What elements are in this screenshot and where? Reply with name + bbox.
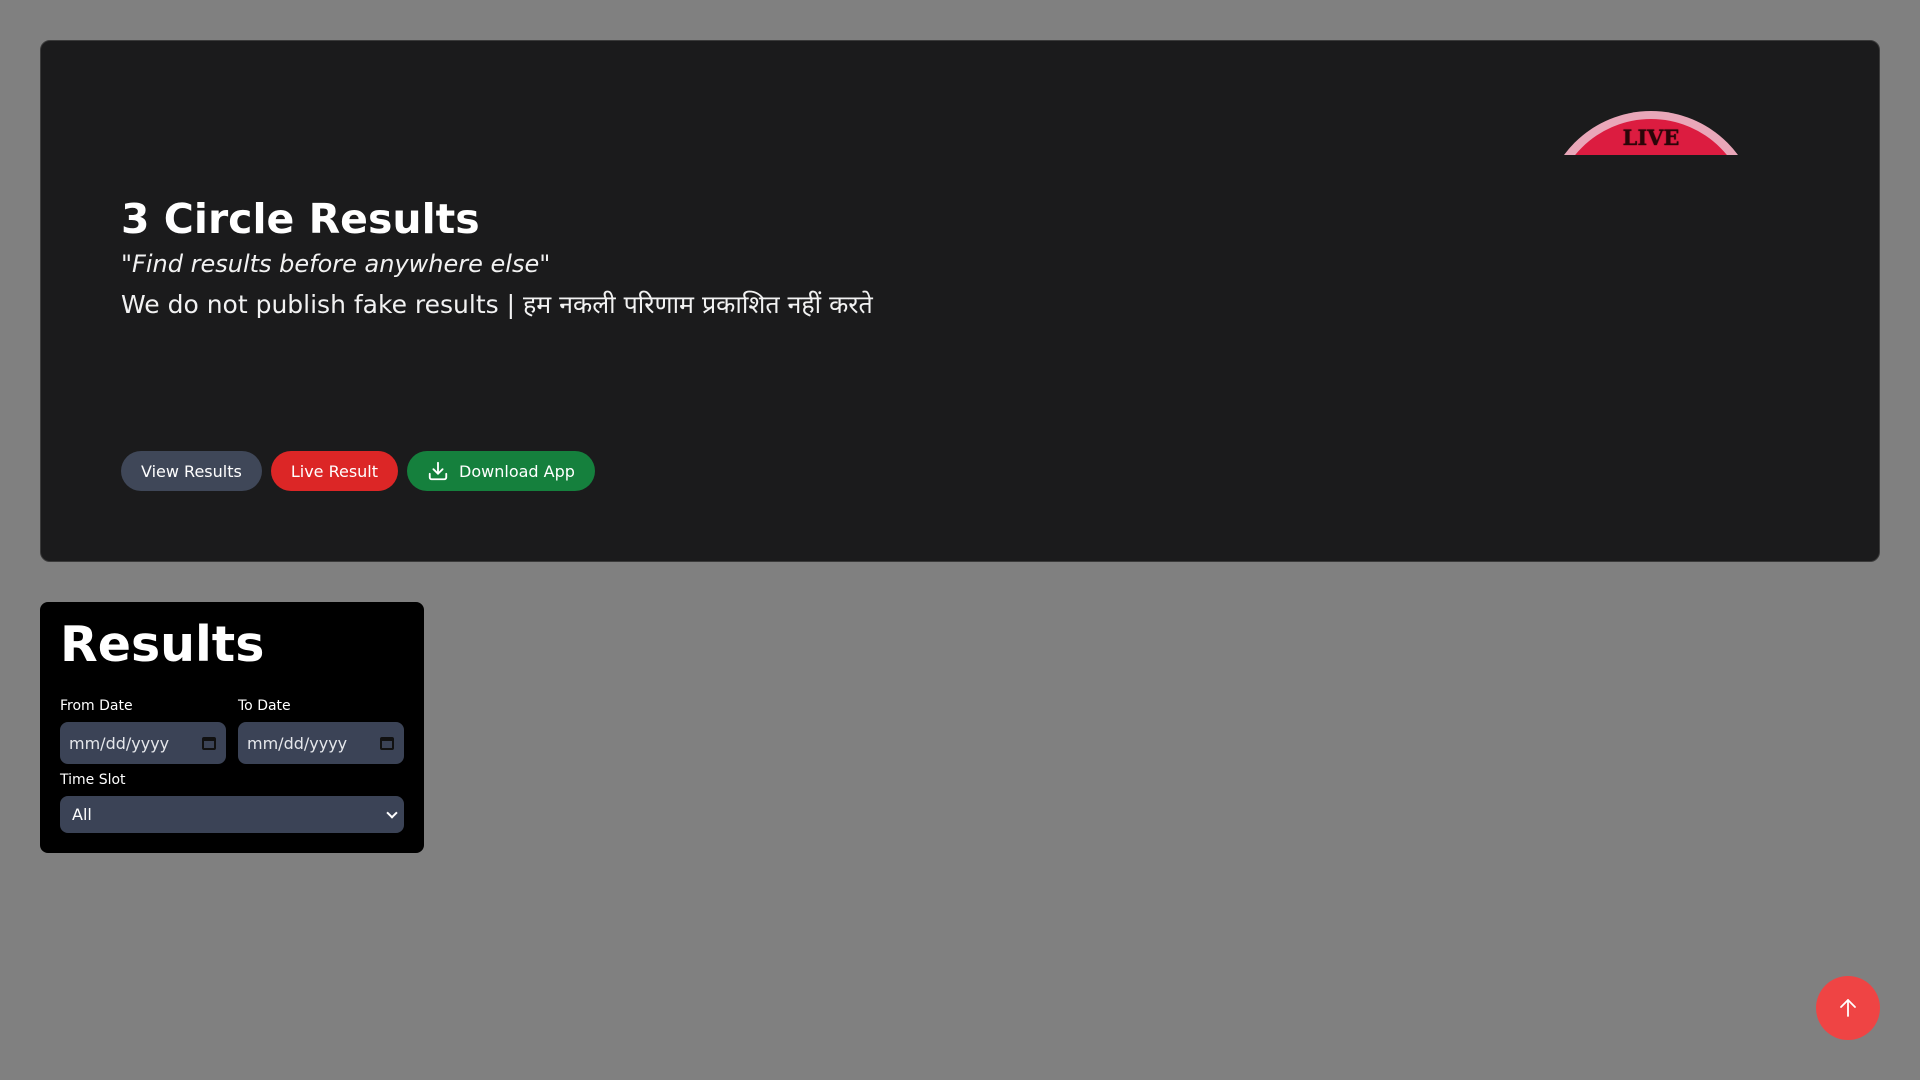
live-badge-text: LIVE — [1622, 125, 1680, 150]
live-badge[interactable]: LIVE — [1543, 111, 1759, 155]
time-slot-label: Time Slot — [60, 772, 126, 788]
view-results-button[interactable]: View Results — [121, 451, 262, 491]
tagline-text: Find results before anywhere else — [132, 250, 540, 278]
hero-disclaimer: We do not publish fake results | हम नकली… — [121, 290, 873, 319]
live-result-button[interactable]: Live Result — [270, 451, 399, 491]
download-icon — [428, 461, 448, 481]
time-slot-select[interactable]: All — [60, 796, 404, 833]
quote-open: " — [121, 250, 133, 278]
to-date-input[interactable]: mm/dd/yyyy — [238, 722, 404, 764]
chevron-down-icon — [386, 806, 398, 819]
quote-close: " — [539, 250, 551, 278]
from-date-label: From Date — [60, 698, 133, 714]
download-app-button[interactable]: Download App — [407, 451, 595, 491]
arrow-up-icon — [1840, 999, 1856, 1017]
results-title: Results — [60, 616, 265, 673]
download-app-label: Download App — [459, 461, 575, 481]
to-date-label: To Date — [238, 698, 291, 714]
hero-title: 3 Circle Results — [121, 195, 480, 243]
time-slot-value: All — [72, 805, 92, 824]
calendar-icon[interactable] — [202, 736, 216, 750]
from-date-input[interactable]: mm/dd/yyyy — [60, 722, 226, 764]
results-panel: Results From Date mm/dd/yyyy To Date mm/… — [40, 602, 424, 853]
to-date-value: mm/dd/yyyy — [247, 733, 348, 753]
scroll-to-top-button[interactable] — [1816, 976, 1880, 1040]
hero-actions: View Results Live Result Download App — [121, 451, 595, 491]
hero-banner: LIVE 3 Circle Results "Find results befo… — [40, 40, 1880, 562]
calendar-icon[interactable] — [380, 736, 394, 750]
from-date-value: mm/dd/yyyy — [69, 733, 170, 753]
hero-tagline: "Find results before anywhere else" — [121, 249, 550, 280]
